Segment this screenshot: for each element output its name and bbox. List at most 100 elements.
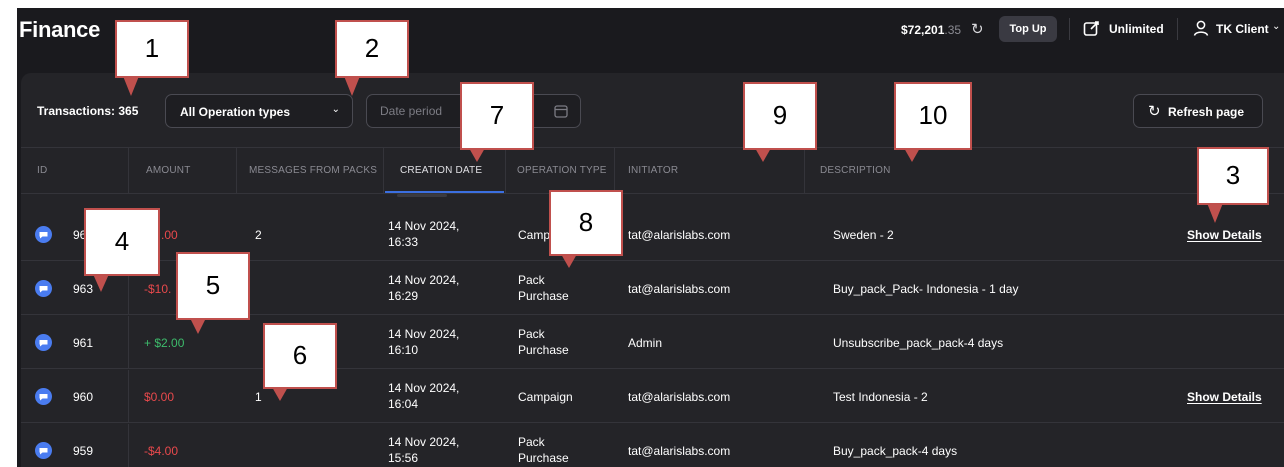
row-date: 14 Nov 2024, — [388, 435, 460, 449]
row-operation-type: Pack — [518, 273, 545, 287]
column-header-id[interactable]: ID — [37, 148, 47, 194]
operation-type-select[interactable]: All Operation types ⌄ — [165, 94, 353, 128]
table-row[interactable]: 961 + $2.00 14 Nov 2024, 16:10 Pack Purc… — [21, 316, 1284, 369]
row-operation-type: Campaign — [518, 390, 573, 404]
show-details-link[interactable]: Show Details — [1187, 228, 1262, 242]
row-time: 15:56 — [388, 451, 419, 465]
row-id: 959 — [73, 444, 94, 458]
row-date: 14 Nov 2024, — [388, 381, 460, 395]
callout-8: 8 — [549, 190, 623, 256]
row-date: 14 Nov 2024, — [388, 327, 460, 341]
row-operation-type-line2: Purchase — [518, 289, 569, 303]
row-initiator: tat@alarislabs.com — [628, 282, 731, 296]
scrolled-row-remnant — [397, 194, 447, 197]
chevron-down-icon: ⌄ — [331, 104, 340, 115]
callout-pointer — [755, 148, 771, 162]
active-sort-indicator — [385, 191, 504, 193]
row-operation-type-line2: Purchase — [518, 343, 569, 357]
row-id: 961 — [73, 336, 94, 350]
callout-4: 4 — [84, 208, 160, 276]
callout-pointer — [1207, 203, 1223, 223]
row-operation-type-line2: Purchase — [518, 451, 569, 465]
callout-2: 2 — [335, 20, 409, 78]
callout-pointer — [904, 148, 920, 162]
callout-pointer — [272, 387, 288, 401]
callout-pointer — [123, 76, 139, 96]
column-header-operation-type[interactable]: OPERATION TYPE — [517, 148, 607, 194]
table-row[interactable]: 960 $0.00 1 14 Nov 2024, 16:04 Campaign … — [21, 370, 1284, 423]
row-messages: 2 — [255, 228, 262, 242]
row-amount: -$4.00 — [144, 444, 179, 458]
operation-type-value: All Operation types — [180, 105, 291, 119]
balance-main: $72,201 — [901, 23, 945, 37]
row-date: 14 Nov 2024, — [388, 273, 460, 287]
row-messages: 1 — [255, 390, 262, 404]
divider — [1069, 18, 1070, 40]
callout-pointer — [561, 254, 577, 268]
row-amount: -$10. — [144, 282, 172, 296]
column-header-messages[interactable]: MESSAGES FROM PACKS — [249, 148, 377, 194]
row-description: Sweden - 2 — [833, 228, 894, 242]
row-operation-type: Pack — [518, 327, 545, 341]
chat-bubble-icon — [35, 442, 52, 459]
callout-pointer — [190, 318, 206, 334]
row-description: Buy_pack_pack-4 days — [833, 444, 958, 458]
topup-button[interactable]: Top Up — [999, 16, 1057, 42]
calendar-icon[interactable] — [554, 104, 568, 118]
column-header-initiator[interactable]: INITIATOR — [628, 148, 678, 194]
table-header: ID AMOUNT MESSAGES FROM PACKS CREATION D… — [21, 147, 1284, 194]
column-divider — [804, 148, 805, 194]
column-divider — [236, 148, 237, 194]
row-description: Buy_pack_Pack- Indonesia - 1 day — [833, 282, 1019, 296]
column-divider — [614, 148, 615, 194]
chevron-down-icon[interactable]: ⌄ — [1272, 21, 1280, 32]
column-divider — [505, 148, 506, 194]
row-operation-type: Camp — [518, 228, 551, 242]
refresh-page-button[interactable]: ↻ Refresh page — [1133, 94, 1263, 128]
row-date: 14 Nov 2024, — [388, 219, 460, 233]
row-description: Unsubscribe_pack_pack-4 days — [833, 336, 1004, 350]
finance-app: Finance $72,201.35 ↻ Top Up Unlimited TK… — [17, 8, 1284, 467]
chat-bubble-icon — [35, 388, 52, 405]
table-row[interactable]: 959 -$4.00 14 Nov 2024, 15:56 Pack Purch… — [21, 424, 1284, 467]
callout-3: 3 — [1197, 147, 1269, 205]
callout-10: 10 — [894, 82, 972, 150]
top-bar: Finance $72,201.35 ↻ Top Up Unlimited TK… — [17, 8, 1284, 60]
balance-cents: .35 — [944, 23, 962, 37]
row-time: 16:04 — [388, 397, 419, 411]
callout-5: 5 — [176, 252, 250, 320]
row-amount: .00 — [161, 228, 178, 242]
refresh-page-label: Refresh page — [1168, 105, 1245, 119]
page-title: Finance — [19, 17, 101, 42]
column-divider — [383, 148, 384, 194]
row-time: 16:10 — [388, 343, 419, 357]
column-header-amount[interactable]: AMOUNT — [146, 148, 191, 194]
row-id: 960 — [73, 390, 94, 404]
callout-pointer — [344, 76, 360, 96]
column-divider — [128, 370, 129, 422]
callout-7: 7 — [460, 82, 534, 150]
row-initiator: tat@alarislabs.com — [628, 444, 731, 458]
column-divider — [128, 148, 129, 194]
callout-pointer — [469, 148, 485, 162]
row-amount: $0.00 — [144, 390, 175, 404]
row-id: 963 — [73, 282, 94, 296]
user-icon — [1193, 20, 1209, 36]
plan-label[interactable]: Unlimited — [1109, 22, 1164, 36]
balance-refresh-icon[interactable]: ↻ — [971, 20, 984, 38]
row-initiator: Admin — [628, 336, 663, 350]
balance-display: $72,201.35 — [901, 23, 961, 37]
row-description: Test Indonesia - 2 — [833, 390, 928, 404]
show-details-link[interactable]: Show Details — [1187, 390, 1262, 404]
row-operation-type: Pack — [518, 435, 545, 449]
row-amount: + $2.00 — [144, 336, 185, 350]
callout-6: 6 — [263, 323, 337, 389]
divider — [1177, 18, 1178, 40]
chat-bubble-icon — [35, 334, 52, 351]
column-header-description[interactable]: DESCRIPTION — [820, 148, 891, 194]
row-time: 16:29 — [388, 289, 419, 303]
callout-9: 9 — [743, 82, 817, 150]
user-menu-label[interactable]: TK Client — [1216, 22, 1269, 36]
row-time: 16:33 — [388, 235, 419, 249]
column-divider — [128, 316, 129, 368]
